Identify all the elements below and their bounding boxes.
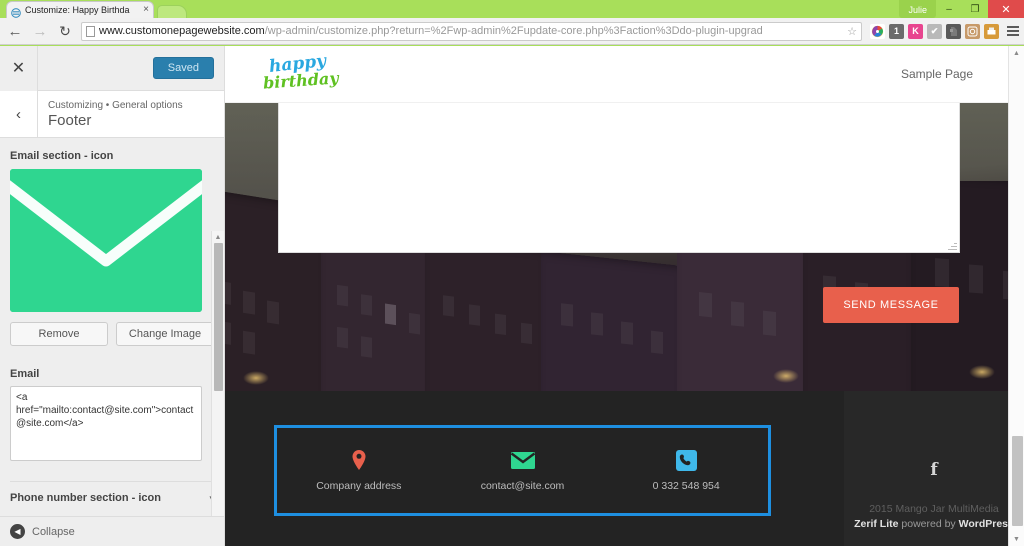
customizer-topbar: ✕ Saved	[0, 45, 224, 91]
user-profile-badge[interactable]: Julie	[899, 0, 936, 18]
email-field-label: Email	[10, 368, 40, 380]
footer-credit-mid: powered by	[898, 518, 959, 530]
email-icon-preview	[10, 169, 202, 312]
window-close-button[interactable]: ✕	[988, 0, 1024, 18]
footer-contact-area: Company address contact@site.com 0 332 5…	[225, 391, 844, 546]
section-titles: Customizing • General options Footer	[38, 99, 183, 129]
preview-scroll-up-icon[interactable]: ▲	[1009, 46, 1024, 60]
evernote-icon[interactable]	[946, 23, 961, 39]
shield-check-icon[interactable]: ✔	[927, 23, 942, 39]
footer-credit: Zerif Lite powered by WordPress	[854, 517, 1014, 532]
footer-phone-label: 0 332 548 954	[652, 480, 720, 492]
customizer-controls: Email section - icon Remove Change Image…	[0, 138, 224, 516]
preview-scroll-down-icon[interactable]: ▼	[1009, 532, 1024, 546]
send-message-button[interactable]: SEND MESSAGE	[823, 287, 959, 323]
customizer-sidebar: ✕ Saved ‹ Customizing • General options …	[0, 45, 225, 546]
customizer-close-icon[interactable]: ✕	[0, 45, 38, 91]
sidebar-scrollbar[interactable]: ▲ ▼	[211, 231, 224, 516]
facebook-icon[interactable]: f	[930, 460, 937, 480]
tab-title: Customize: Happy Birthda	[25, 4, 130, 15]
breadcrumb: Customizing • General options	[48, 100, 183, 111]
phone-icon-section-row[interactable]: Phone number section - icon ▾	[10, 481, 214, 504]
back-icon[interactable]: ←	[4, 20, 26, 42]
nav-link-sample-page[interactable]: Sample Page	[901, 67, 973, 81]
browser-window: Customize: Happy Birthda × Julie – ❐ ✕ ←…	[0, 0, 1024, 546]
sidebar-scroll-thumb[interactable]	[214, 243, 223, 391]
footer-theme-name: Zerif Lite	[854, 518, 899, 530]
url-domain: www.customonepagewebsite.com	[99, 24, 265, 37]
contact-section: SEND MESSAGE	[225, 103, 1024, 391]
reload-icon[interactable]: ↻	[54, 20, 76, 42]
address-bar[interactable]: www.customonepagewebsite.com/wp-admin/cu…	[81, 21, 862, 41]
logo-line-birthday: birthday	[262, 68, 340, 93]
browser-titlebar: Customize: Happy Birthda × Julie – ❐ ✕	[0, 0, 1024, 18]
image-actions: Remove Change Image	[10, 322, 214, 346]
browser-tab[interactable]: Customize: Happy Birthda ×	[6, 1, 154, 18]
footer-credit-area: f 2015 Mango Jar MultiMedia Zerif Lite p…	[844, 391, 1024, 546]
saved-button[interactable]: Saved	[152, 57, 214, 79]
scroll-up-icon[interactable]: ▲	[212, 231, 224, 243]
footer-contact-address[interactable]: Company address	[277, 449, 441, 492]
url-path: /wp-admin/customize.php?return=%2Fwp-adm…	[264, 24, 763, 37]
colorzilla-icon[interactable]	[870, 23, 885, 39]
pocket-counter-icon[interactable]: 1	[889, 23, 904, 39]
remove-button[interactable]: Remove	[10, 322, 108, 346]
bookmark-star-icon[interactable]: ☆	[847, 25, 857, 38]
email-textarea[interactable]: <a href="mailto:contact@site.com">contac…	[10, 386, 202, 461]
customizer-footer[interactable]: ◀ Collapse	[0, 516, 224, 546]
wordpress-favicon-icon	[11, 5, 21, 18]
instagram-icon[interactable]	[965, 23, 980, 39]
url-text: www.customonepagewebsite.com/wp-admin/cu…	[99, 23, 843, 40]
footer-platform-name: WordPress	[958, 518, 1014, 530]
envelope-icon	[510, 449, 535, 471]
customizer-section-header: ‹ Customizing • General options Footer	[0, 90, 224, 138]
new-tab-button[interactable]	[157, 5, 187, 18]
footer-contact-box: Company address contact@site.com 0 332 5…	[274, 425, 771, 516]
kami-icon[interactable]: K	[908, 23, 923, 39]
footer-contact-phone[interactable]: 0 332 548 954	[604, 449, 768, 492]
change-image-button[interactable]: Change Image	[116, 322, 214, 346]
browser-navbar: ← → ↻ www.customonepagewebsite.com/wp-ad…	[0, 18, 1024, 45]
phone-icon-section-label: Phone number section - icon	[10, 492, 161, 504]
preview-scroll-thumb[interactable]	[1012, 436, 1023, 526]
site-preview: happy birthday Sample Page SEND MESSAGE …	[225, 46, 1024, 546]
collapse-label: Collapse	[32, 525, 75, 538]
email-icon-field-label: Email section - icon	[10, 150, 114, 162]
printfriendly-icon[interactable]	[984, 23, 999, 39]
preview-scrollbar[interactable]: ▲ ▼	[1008, 46, 1024, 546]
message-textarea[interactable]	[278, 103, 960, 253]
site-logo[interactable]: happy birthday	[262, 51, 339, 96]
window-maximize-button[interactable]: ❐	[962, 0, 988, 18]
forward-icon[interactable]: →	[29, 20, 51, 42]
extension-icons: 1 K ✔	[867, 23, 1020, 39]
window-controls: Julie – ❐ ✕	[899, 0, 1024, 18]
collapse-arrow-icon[interactable]: ◀	[10, 524, 25, 539]
site-footer: Company address contact@site.com 0 332 5…	[225, 391, 1024, 546]
chrome-menu-icon[interactable]	[1003, 26, 1020, 36]
map-pin-icon	[351, 449, 367, 471]
page-info-icon	[86, 25, 95, 37]
window-minimize-button[interactable]: –	[936, 0, 962, 18]
footer-copyright: 2015 Mango Jar MultiMedia	[869, 503, 999, 515]
footer-email-label: contact@site.com	[480, 480, 565, 492]
phone-icon	[675, 449, 697, 471]
tab-close-icon[interactable]: ×	[143, 5, 149, 15]
footer-address-label: Company address	[316, 480, 402, 492]
content-area: ✕ Saved ‹ Customizing • General options …	[0, 45, 1024, 546]
textarea-resize-handle[interactable]	[948, 241, 957, 250]
footer-contact-email[interactable]: contact@site.com	[441, 449, 605, 492]
site-header: happy birthday Sample Page	[225, 46, 1024, 103]
back-chevron-icon[interactable]: ‹	[0, 90, 38, 138]
envelope-icon	[10, 169, 202, 312]
page-title: Footer	[48, 112, 92, 129]
